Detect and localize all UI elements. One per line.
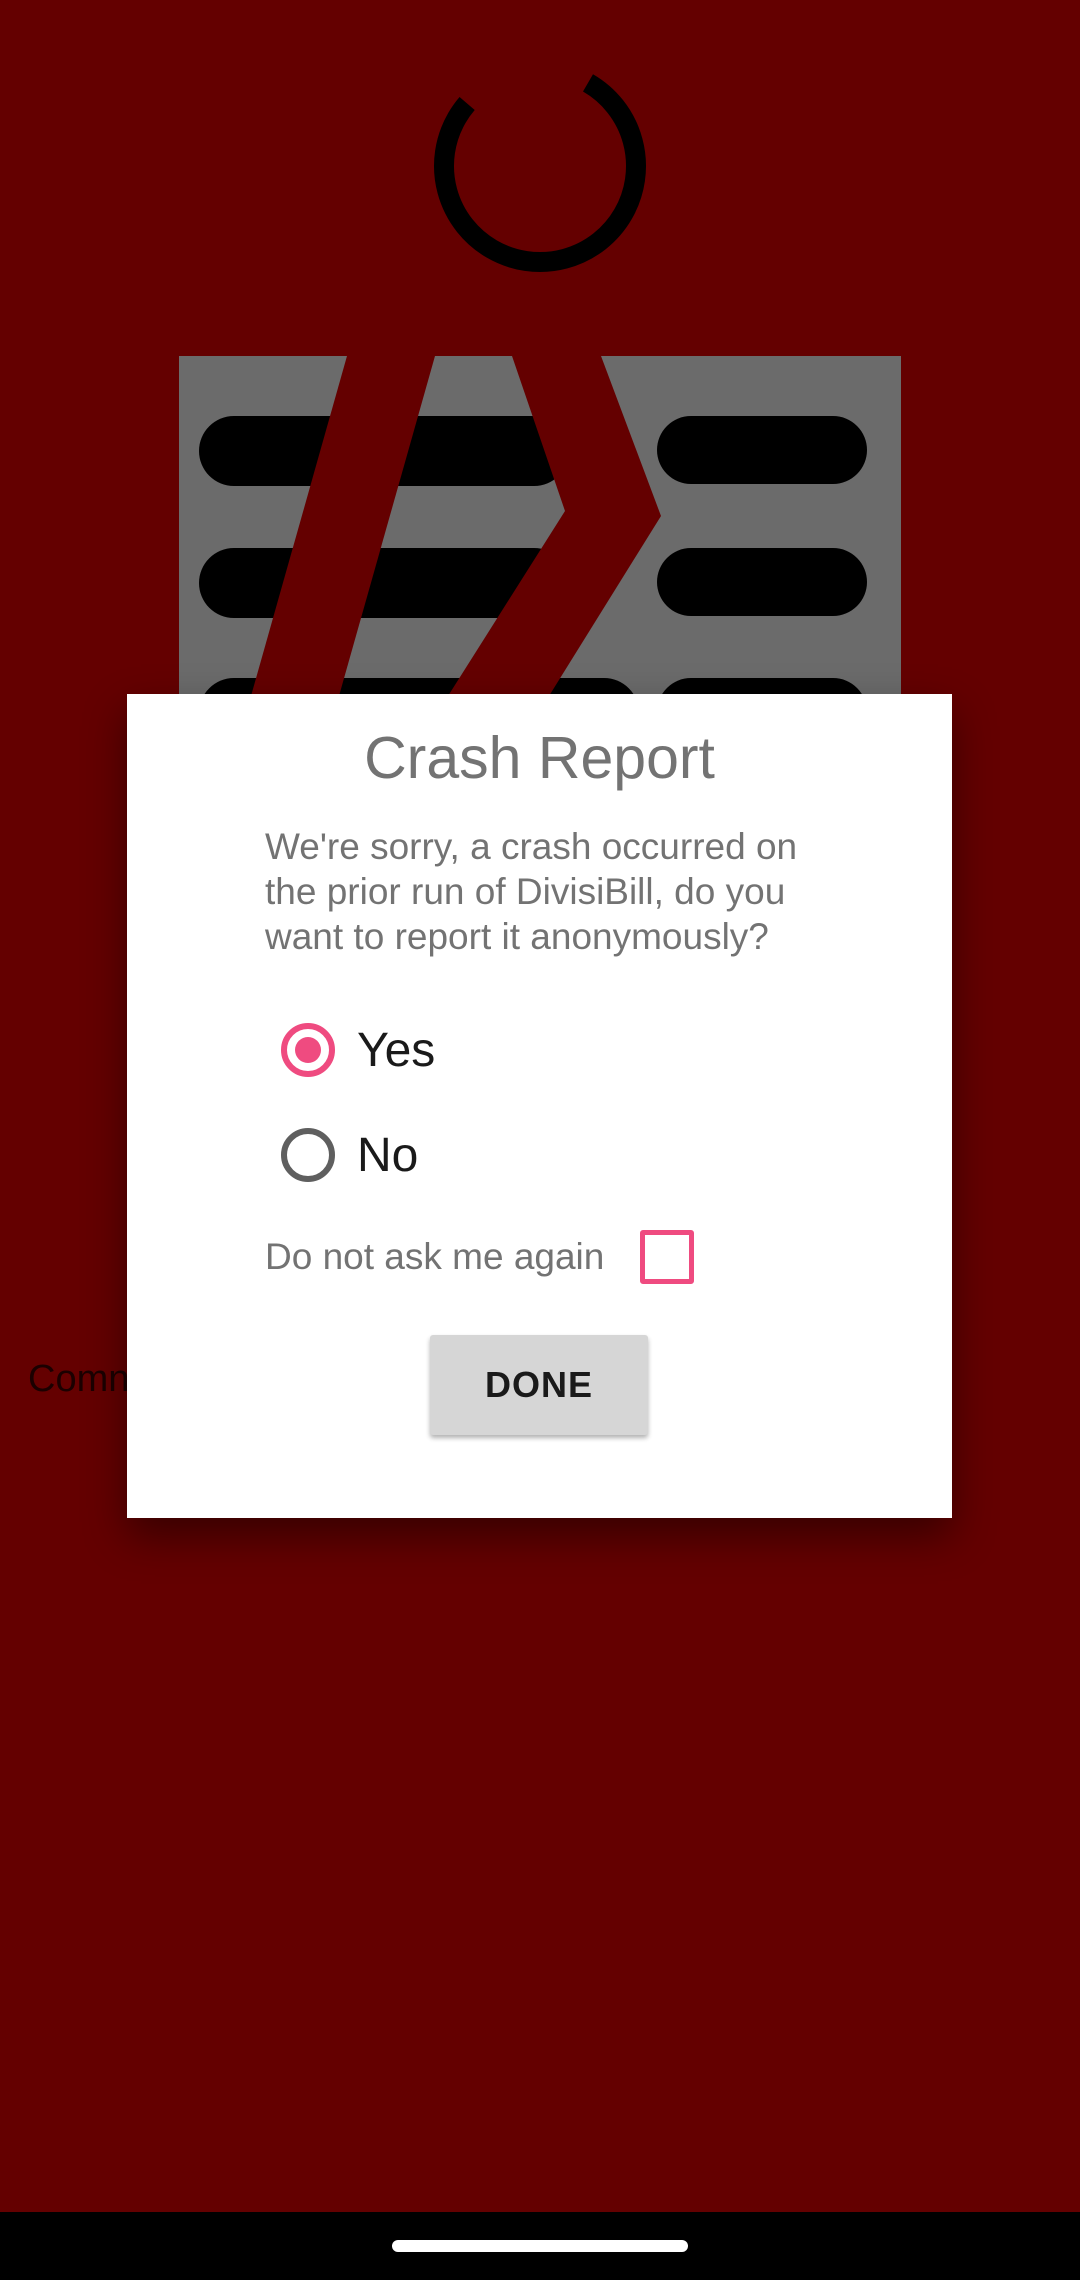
radio-label-no: No — [357, 1128, 419, 1182]
radio-option-yes[interactable]: Yes — [279, 1010, 435, 1090]
dialog-title: Crash Report — [364, 725, 715, 791]
crash-report-dialog: Crash Report We're sorry, a crash occurr… — [127, 694, 952, 1518]
dialog-message: We're sorry, a crash occurred on the pri… — [265, 826, 798, 957]
do-not-ask-row: Do not ask me again — [265, 1224, 695, 1290]
done-button[interactable]: DONE — [430, 1335, 648, 1435]
do-not-ask-label: Do not ask me again — [265, 1236, 605, 1277]
radio-label-yes: Yes — [357, 1023, 436, 1077]
radio-unselected-icon[interactable] — [279, 1126, 337, 1184]
radio-selected-icon[interactable] — [279, 1021, 337, 1079]
home-indicator[interactable] — [392, 2240, 688, 2252]
do-not-ask-checkbox[interactable] — [640, 1230, 695, 1284]
radio-option-no[interactable]: No — [279, 1115, 418, 1195]
